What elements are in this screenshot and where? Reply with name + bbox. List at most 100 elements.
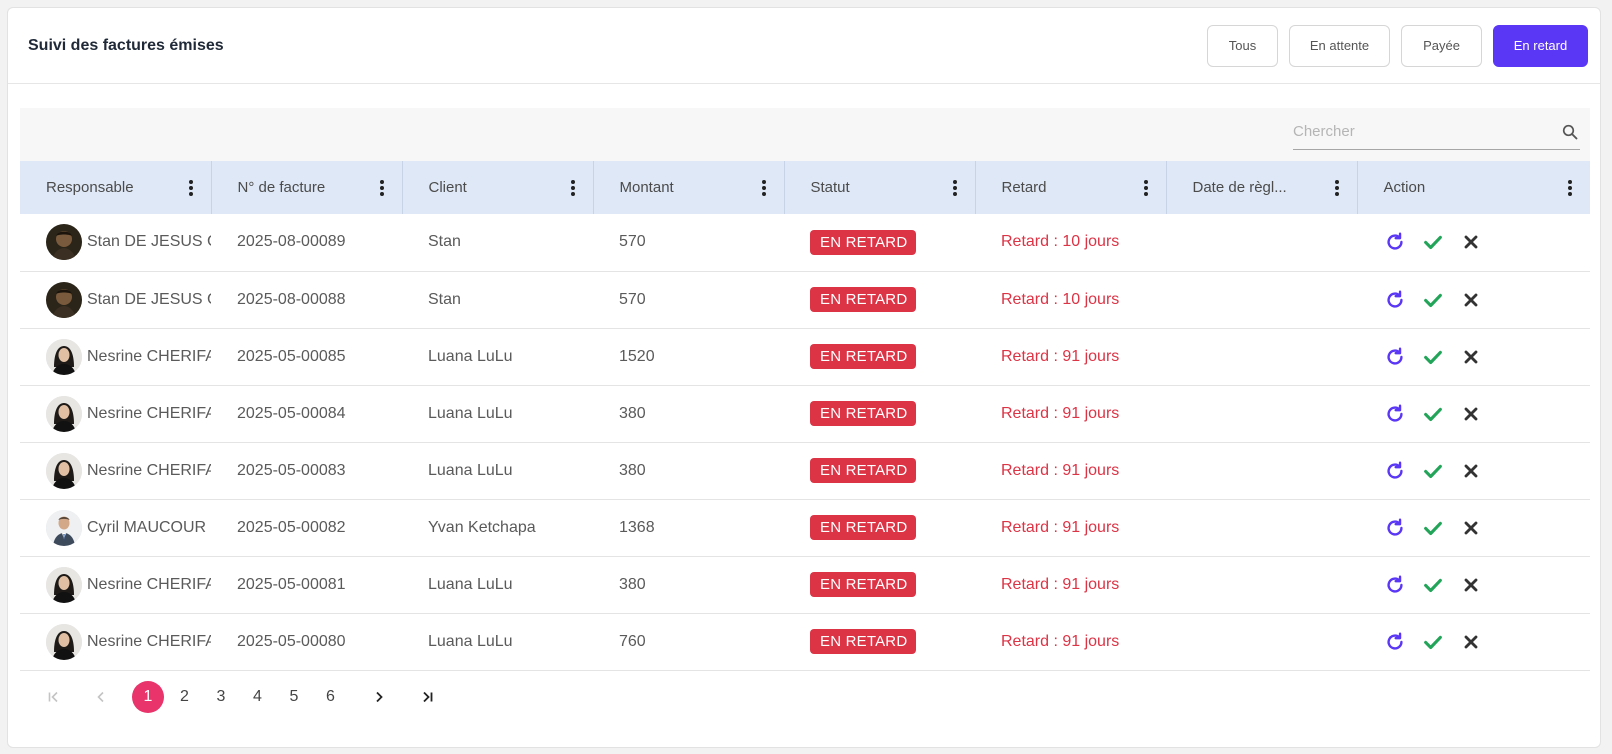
page-number-button[interactable]: 4 [242,681,274,713]
page-number-button[interactable]: 3 [205,681,237,713]
refresh-icon[interactable] [1383,516,1407,540]
cell-actions [1357,613,1590,670]
column-menu-icon[interactable] [185,178,197,198]
close-icon[interactable] [1459,516,1483,540]
column-header-amount[interactable]: Montant [593,161,785,214]
column-menu-icon[interactable] [567,178,579,198]
search-icon[interactable] [1560,122,1580,142]
cell-actions [1357,385,1590,442]
column-menu-icon[interactable] [376,178,388,198]
column-label: Statut [810,179,850,196]
page-number-button[interactable]: 1 [132,681,164,713]
check-icon[interactable] [1421,402,1445,426]
check-icon[interactable] [1421,288,1445,312]
cell-client: Luana LuLu [428,404,513,422]
cell-status: EN RETARD [784,613,975,670]
cell-actions [1357,214,1590,271]
close-icon[interactable] [1459,230,1483,254]
first-page-icon[interactable] [38,681,70,713]
refresh-icon[interactable] [1383,345,1407,369]
column-label: N° de facture [237,179,326,196]
cell-invoice-number: 2025-08-00088 [237,290,346,308]
column-header-payment-date[interactable]: Date de règl... [1166,161,1358,214]
column-menu-icon[interactable] [1331,178,1343,198]
cell-amount: 380 [619,575,646,593]
refresh-icon[interactable] [1383,402,1407,426]
cell-client: Luana LuLu [428,347,513,365]
close-icon[interactable] [1459,288,1483,312]
close-icon[interactable] [1459,459,1483,483]
column-header-action[interactable]: Action [1357,161,1590,214]
column-header-status[interactable]: Statut [784,161,976,214]
cell-client: Luana LuLu [428,461,513,479]
row-actions [1383,459,1590,483]
check-icon[interactable] [1421,630,1445,654]
column-header-responsable[interactable]: Responsable [20,161,212,214]
status-badge: EN RETARD [810,572,917,597]
close-icon[interactable] [1459,573,1483,597]
page-number-button[interactable]: 2 [169,681,201,713]
table-row[interactable]: Nesrine CHERIFA 2025-05-00084 Luana LuLu… [20,385,1590,442]
responsable-name: Nesrine CHERIFA [87,404,211,422]
column-menu-icon[interactable] [1140,178,1152,198]
row-actions [1383,402,1590,426]
responsable-name: Stan DE JESUS C [87,290,211,308]
table-row[interactable]: Nesrine CHERIFA 2025-05-00085 Luana LuLu… [20,328,1590,385]
previous-page-icon[interactable] [85,681,117,713]
avatar [46,224,82,261]
table-row[interactable]: Stan DE JESUS C 2025-08-00088 Stan 570 E… [20,271,1590,328]
cell-delay: Retard : 91 jours [1001,347,1120,365]
filter-paid-button[interactable]: Payée [1401,24,1482,67]
column-menu-icon[interactable] [949,178,961,198]
filter-all-button[interactable]: Tous [1207,24,1278,67]
cell-delay: Retard : 10 jours [1001,290,1120,308]
search-input[interactable] [1293,123,1560,140]
refresh-icon[interactable] [1383,630,1407,654]
close-icon[interactable] [1459,402,1483,426]
status-badge: EN RETARD [810,401,917,426]
row-actions [1383,630,1590,654]
column-menu-icon[interactable] [758,178,770,198]
cell-invoice-number: 2025-05-00081 [237,575,346,593]
table-row[interactable]: Cyril MAUCOUR 2025-05-00082 Yvan Ketchap… [20,499,1590,556]
column-header-client[interactable]: Client [402,161,594,214]
cell-responsable: Nesrine CHERIFA [20,385,211,442]
cell-amount: 1520 [619,347,655,365]
refresh-icon[interactable] [1383,230,1407,254]
page-title: Suivi des factures émises [28,36,224,54]
filter-late-button[interactable]: En retard [1493,24,1588,67]
pagination: 123456 [38,680,443,714]
column-label: Date de règl... [1192,179,1287,196]
refresh-icon[interactable] [1383,459,1407,483]
cell-delay: Retard : 91 jours [1001,575,1120,593]
check-icon[interactable] [1421,573,1445,597]
last-page-icon[interactable] [411,681,443,713]
page-number-button[interactable]: 5 [278,681,310,713]
status-badge: EN RETARD [810,458,917,483]
table-row[interactable]: Nesrine CHERIFA 2025-05-00081 Luana LuLu… [20,556,1590,613]
check-icon[interactable] [1421,516,1445,540]
page-number-button[interactable]: 6 [315,681,347,713]
column-header-invoice-number[interactable]: N° de facture [211,161,403,214]
column-label: Responsable [46,179,134,196]
next-page-icon[interactable] [363,681,395,713]
close-icon[interactable] [1459,345,1483,369]
cell-invoice-number: 2025-05-00080 [237,632,346,650]
check-icon[interactable] [1421,459,1445,483]
table-row[interactable]: Nesrine CHERIFA 2025-05-00080 Luana LuLu… [20,613,1590,670]
cell-delay: Retard : 91 jours [1001,518,1120,536]
table-row[interactable]: Stan DE JESUS C 2025-08-00089 Stan 570 E… [20,214,1590,271]
row-actions [1383,516,1590,540]
check-icon[interactable] [1421,230,1445,254]
refresh-icon[interactable] [1383,288,1407,312]
column-menu-icon[interactable] [1564,178,1576,198]
close-icon[interactable] [1459,630,1483,654]
filter-pending-button[interactable]: En attente [1289,24,1390,67]
refresh-icon[interactable] [1383,573,1407,597]
cell-responsable: Nesrine CHERIFA [20,613,211,670]
avatar [46,395,82,432]
column-header-delay[interactable]: Retard [975,161,1167,214]
table-row[interactable]: Nesrine CHERIFA 2025-05-00083 Luana LuLu… [20,442,1590,499]
check-icon[interactable] [1421,345,1445,369]
cell-actions [1357,442,1590,499]
